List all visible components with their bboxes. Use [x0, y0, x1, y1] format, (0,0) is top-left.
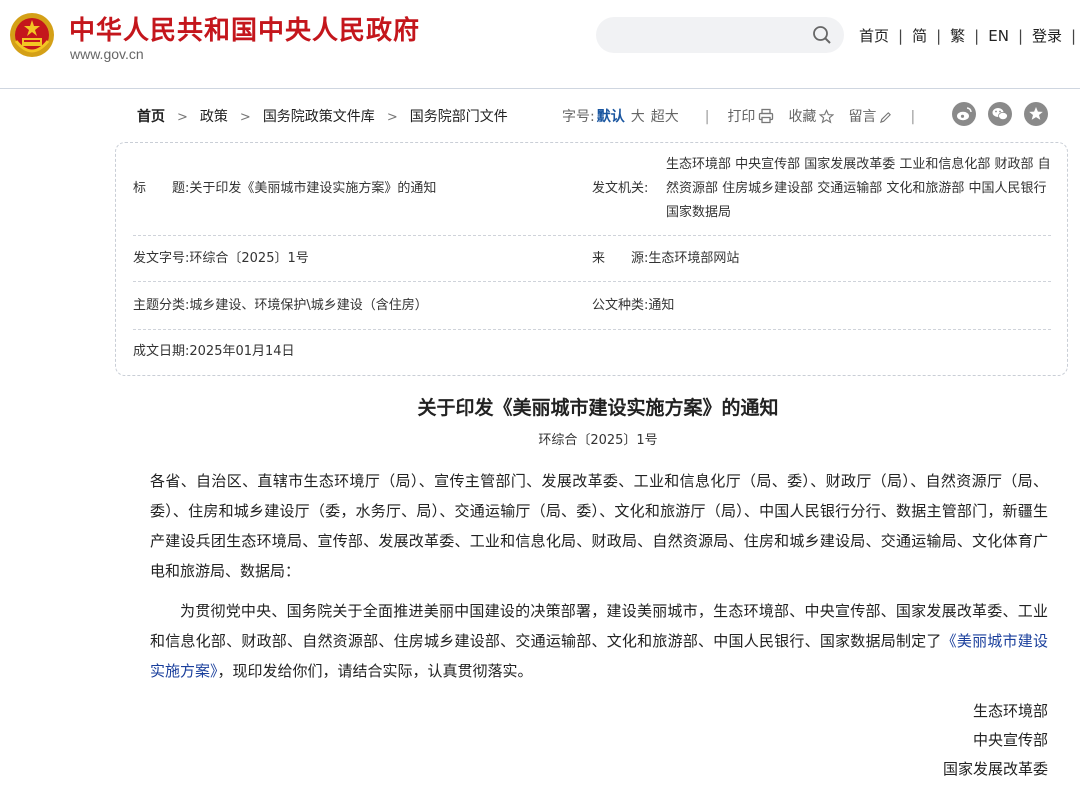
info-type-key: 公文种类: [592, 298, 649, 313]
font-size-xlarge[interactable]: 超大 [651, 109, 679, 125]
wechat-share-button[interactable] [988, 102, 1012, 126]
divider: | [936, 27, 942, 45]
signatory: 中央宣传部 [972, 731, 1048, 749]
search-icon[interactable] [812, 25, 832, 45]
link-traditional[interactable]: 繁 [950, 27, 965, 45]
info-topic: 主题分类:城乡建设、环境保护\城乡建设（含住房） [133, 294, 428, 318]
info-type-value: 通知 [648, 298, 675, 313]
breadcrumb-home[interactable]: 首页 [137, 109, 165, 125]
signatory: 国家发展改革委 [942, 760, 1048, 778]
info-date-key: 成文日期: [133, 344, 190, 359]
wechat-icon [992, 108, 1008, 120]
link-login[interactable]: 登录 [1032, 27, 1062, 45]
info-topic-value: 城乡建设、环境保护\城乡建设（含住房） [189, 298, 428, 313]
breadcrumb-department-docs[interactable]: 国务院部门文件 [410, 109, 508, 125]
national-emblem-icon[interactable] [8, 11, 56, 59]
info-title-value: 关于印发《美丽城市建设实施方案》的通知 [189, 181, 437, 196]
info-doc-no-value: 环综合〔2025〕1号 [189, 251, 309, 266]
paragraph-text: 为贯彻党中央、国务院关于全面推进美丽中国建设的决策部署，建设美丽城市，生态环境部… [150, 602, 1048, 650]
info-doc-no: 发文字号:环综合〔2025〕1号 [133, 247, 309, 271]
divider: | [1017, 27, 1023, 45]
favorite-share-button[interactable] [1024, 102, 1048, 126]
font-size-label: 字号: [562, 109, 595, 125]
info-issuer-value: 生态环境部 中央宣传部 国家发展改革委 工业和信息化部 财政部 自然资源部 住房… [666, 157, 1051, 220]
divider: | [974, 27, 980, 45]
search-box [596, 17, 844, 55]
weibo-icon [957, 107, 972, 121]
info-title-key: 标 题: [133, 181, 190, 196]
chevron-right-icon: > [386, 110, 398, 125]
divider: | [910, 109, 916, 125]
document-info-table: 标 题:关于印发《美丽城市建设实施方案》的通知 发文机关: 生态环境部 中央宣传… [115, 142, 1068, 376]
search-input[interactable] [612, 17, 816, 55]
info-doc-no-key: 发文字号: [133, 251, 190, 266]
paragraph-text-tail: ，现印发给你们，请结合实际，认真贯彻落实。 [217, 662, 533, 680]
article-paragraph: 为贯彻党中央、国务院关于全面推进美丽中国建设的决策部署，建设美丽城市，生态环境部… [150, 596, 1048, 686]
favorite-label: 收藏 [788, 109, 817, 125]
divider: | [898, 27, 904, 45]
site-url[interactable]: www.gov.cn [70, 46, 144, 62]
divider: | [1071, 27, 1077, 45]
info-date: 成文日期:2025年01月14日 [133, 340, 295, 364]
comment-label: 留言 [848, 109, 877, 125]
star-icon [819, 109, 835, 124]
info-issuer-key: 发文机关: [592, 181, 649, 196]
top-links: 首页 | 简 | 繁 | EN | 登录 | [859, 25, 1080, 46]
breadcrumb-policy[interactable]: 政策 [200, 109, 228, 125]
article-toolbar: 字号: 默认大超大 | 打印 收藏 留言 | [562, 106, 915, 126]
link-english[interactable]: EN [988, 27, 1009, 45]
info-source: 来 源:生态环境部网站 [592, 247, 739, 271]
font-size-large[interactable]: 大 [631, 109, 645, 125]
site-title[interactable]: 中华人民共和国中央人民政府 [69, 10, 420, 47]
favorite-button[interactable]: 收藏 [788, 109, 835, 125]
font-size-default[interactable]: 默认 [597, 109, 625, 125]
info-type: 公文种类:通知 [592, 294, 674, 318]
breadcrumb: 首页 > 政策 > 国务院政策文件库 > 国务院部门文件 [137, 106, 508, 126]
chevron-right-icon: > [239, 110, 251, 125]
print-label: 打印 [727, 109, 756, 125]
link-simplified[interactable]: 简 [912, 27, 927, 45]
weibo-share-button[interactable] [952, 102, 976, 126]
info-date-value: 2025年01月14日 [189, 344, 295, 359]
chevron-right-icon: > [177, 110, 188, 125]
link-home[interactable]: 首页 [859, 27, 889, 45]
site-header: 中华人民共和国中央人民政府 www.gov.cn 首页 | 简 | 繁 | EN | 登录 | [0, 0, 1080, 89]
comment-button[interactable]: 留言 [848, 109, 892, 125]
favorite-star-icon [1029, 107, 1043, 120]
info-source-key: 来 源: [592, 251, 649, 266]
article-addressee: 各省、自治区、直辖市生态环境厅（局）、宣传主管部门、发展改革委、工业和信息化厅（… [150, 472, 1048, 580]
breadcrumb-policy-library[interactable]: 国务院政策文件库 [263, 109, 375, 125]
divider: | [704, 109, 710, 125]
info-title: 标 题:关于印发《美丽城市建设实施方案》的通知 [133, 177, 436, 201]
pencil-icon [880, 112, 892, 124]
signatory: 生态环境部 [972, 702, 1048, 720]
info-topic-key: 主题分类: [133, 298, 190, 313]
print-button[interactable]: 打印 [727, 108, 774, 125]
article-title: 关于印发《美丽城市建设实施方案》的通知 [417, 397, 779, 419]
article-doc-number: 环综合〔2025〕1号 [538, 433, 658, 448]
info-source-value: 生态环境部网站 [648, 251, 740, 266]
printer-icon [759, 108, 774, 124]
